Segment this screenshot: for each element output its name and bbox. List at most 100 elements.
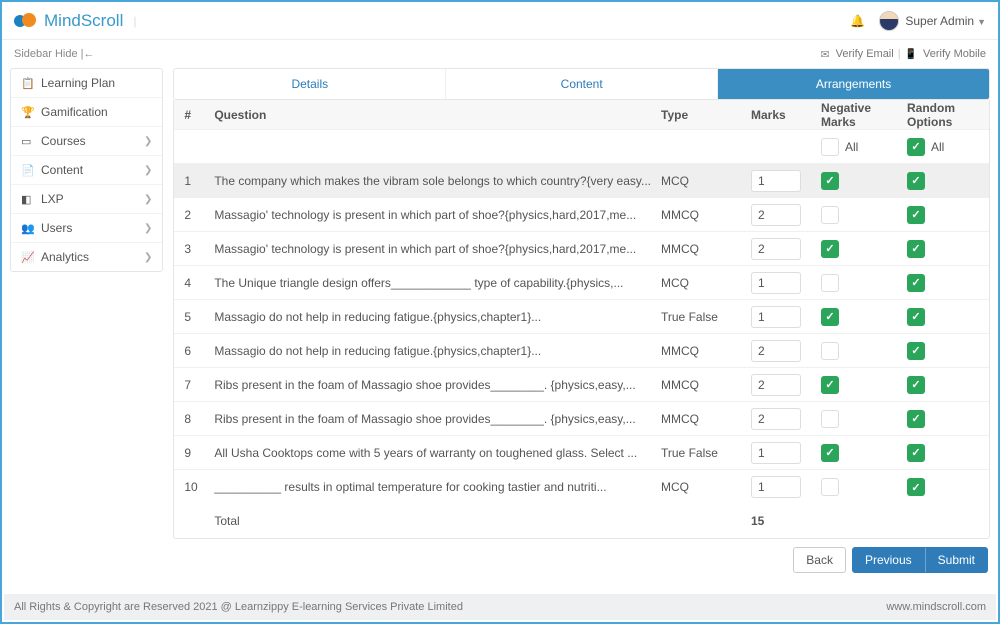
total-row: Total 15 — [174, 504, 989, 538]
row-number: 7 — [184, 378, 214, 392]
row-number: 8 — [184, 412, 214, 426]
row-type: MMCQ — [661, 242, 751, 256]
table-row[interactable]: 3Massagio' technology is present in whic… — [174, 232, 989, 266]
table-row[interactable]: 10__________ results in optimal temperat… — [174, 470, 989, 504]
table-row[interactable]: 9All Usha Cooktops come with 5 years of … — [174, 436, 989, 470]
negative-marks-checkbox[interactable] — [821, 342, 839, 360]
submit-button[interactable]: Submit — [925, 547, 988, 573]
marks-input[interactable] — [751, 238, 801, 260]
negative-marks-checkbox[interactable] — [821, 376, 839, 394]
marks-input[interactable] — [751, 306, 801, 328]
row-number: 6 — [184, 344, 214, 358]
chevron-down-icon: ▼ — [977, 17, 986, 27]
row-type: MMCQ — [661, 378, 751, 392]
sidebar-item-analytics[interactable]: 📈Analytics❯ — [11, 243, 162, 271]
sidebar-icon: 📄 — [21, 164, 35, 177]
row-type: True False — [661, 446, 751, 460]
marks-input[interactable] — [751, 272, 801, 294]
chevron-right-icon: ❯ — [144, 136, 152, 147]
row-type: MCQ — [661, 174, 751, 188]
negative-marks-all-checkbox[interactable] — [821, 138, 839, 156]
table-row[interactable]: 5Massagio do not help in reducing fatigu… — [174, 300, 989, 334]
chevron-right-icon: ❯ — [144, 252, 152, 263]
chevron-right-icon: ❯ — [144, 194, 152, 205]
col-question: Question — [214, 108, 661, 122]
random-options-checkbox[interactable] — [907, 240, 925, 258]
table-row[interactable]: 1The company which makes the vibram sole… — [174, 164, 989, 198]
sidebar-label: LXP — [41, 192, 144, 206]
user-menu[interactable]: Super Admin▼ — [905, 14, 986, 28]
random-options-checkbox[interactable] — [907, 410, 925, 428]
marks-input[interactable] — [751, 476, 801, 498]
marks-input[interactable] — [751, 408, 801, 430]
tab-details[interactable]: Details — [174, 69, 445, 99]
row-number: 9 — [184, 446, 214, 460]
negative-marks-checkbox[interactable] — [821, 410, 839, 428]
sidebar-item-lxp[interactable]: ◧LXP❯ — [11, 185, 162, 214]
negative-marks-checkbox[interactable] — [821, 172, 839, 190]
content-panel: Details Content Arrangements # Question … — [173, 68, 990, 577]
random-options-checkbox[interactable] — [907, 444, 925, 462]
row-question: Massagio do not help in reducing fatigue… — [214, 344, 661, 358]
sidebar-item-courses[interactable]: ▭Courses❯ — [11, 127, 162, 156]
marks-input[interactable] — [751, 170, 801, 192]
avatar[interactable] — [879, 11, 899, 31]
negative-marks-checkbox[interactable] — [821, 308, 839, 326]
logo-icon — [14, 13, 38, 29]
marks-input[interactable] — [751, 340, 801, 362]
tab-arrangements[interactable]: Arrangements — [717, 69, 989, 99]
header-separator: | — [133, 14, 136, 28]
negative-marks-checkbox[interactable] — [821, 206, 839, 224]
random-options-checkbox[interactable] — [907, 206, 925, 224]
mail-icon: ✉ — [820, 48, 829, 61]
row-type: MMCQ — [661, 208, 751, 222]
marks-input[interactable] — [751, 374, 801, 396]
table-row[interactable]: 7Ribs present in the foam of Massagio sh… — [174, 368, 989, 402]
page-footer: All Rights & Copyright are Reserved 2021… — [4, 594, 996, 620]
verify-mobile-link[interactable]: Verify Mobile — [923, 48, 986, 60]
negative-marks-checkbox[interactable] — [821, 274, 839, 292]
row-number: 3 — [184, 242, 214, 256]
sidebar-label: Analytics — [41, 250, 144, 264]
table-row[interactable]: 8Ribs present in the foam of Massagio sh… — [174, 402, 989, 436]
random-options-checkbox[interactable] — [907, 172, 925, 190]
bell-icon[interactable]: 🔔 — [850, 14, 865, 28]
random-options-checkbox[interactable] — [907, 274, 925, 292]
brand-logo[interactable]: MindScroll — [14, 11, 123, 31]
negative-marks-checkbox[interactable] — [821, 478, 839, 496]
site-link[interactable]: www.mindscroll.com — [886, 601, 986, 613]
row-number: 2 — [184, 208, 214, 222]
table-row[interactable]: 2Massagio' technology is present in whic… — [174, 198, 989, 232]
negative-marks-checkbox[interactable] — [821, 444, 839, 462]
sidebar-label: Content — [41, 163, 144, 177]
col-random-options: Random Options — [907, 101, 979, 129]
sidebar-label: Learning Plan — [41, 76, 152, 90]
random-options-checkbox[interactable] — [907, 308, 925, 326]
random-options-checkbox[interactable] — [907, 478, 925, 496]
sidebar-item-gamification[interactable]: 🏆Gamification — [11, 98, 162, 127]
row-type: MMCQ — [661, 344, 751, 358]
back-button[interactable]: Back — [793, 547, 846, 573]
sidebar-item-learning-plan[interactable]: 📋Learning Plan — [11, 69, 162, 98]
sidebar-item-users[interactable]: 👥Users❯ — [11, 214, 162, 243]
marks-input[interactable] — [751, 442, 801, 464]
negative-marks-checkbox[interactable] — [821, 240, 839, 258]
sidebar-hide-toggle[interactable]: Sidebar Hide |← — [14, 48, 95, 60]
questions-table: # Question Type Marks Negative Marks Ran… — [173, 100, 990, 539]
verify-email-link[interactable]: Verify Email — [836, 48, 894, 60]
table-row[interactable]: 6Massagio do not help in reducing fatigu… — [174, 334, 989, 368]
previous-button[interactable]: Previous — [852, 547, 925, 573]
sidebar-item-content[interactable]: 📄Content❯ — [11, 156, 162, 185]
total-label: Total — [214, 514, 274, 528]
tab-content[interactable]: Content — [445, 69, 717, 99]
table-row[interactable]: 4The Unique triangle design offers______… — [174, 266, 989, 300]
random-options-checkbox[interactable] — [907, 342, 925, 360]
sidebar-label: Gamification — [41, 105, 152, 119]
marks-input[interactable] — [751, 204, 801, 226]
copyright-text: All Rights & Copyright are Reserved 2021… — [14, 601, 463, 613]
row-question: All Usha Cooktops come with 5 years of w… — [214, 446, 661, 460]
negative-marks-all-label: All — [845, 140, 858, 154]
random-options-checkbox[interactable] — [907, 376, 925, 394]
tab-bar: Details Content Arrangements — [173, 68, 990, 100]
random-options-all-checkbox[interactable] — [907, 138, 925, 156]
